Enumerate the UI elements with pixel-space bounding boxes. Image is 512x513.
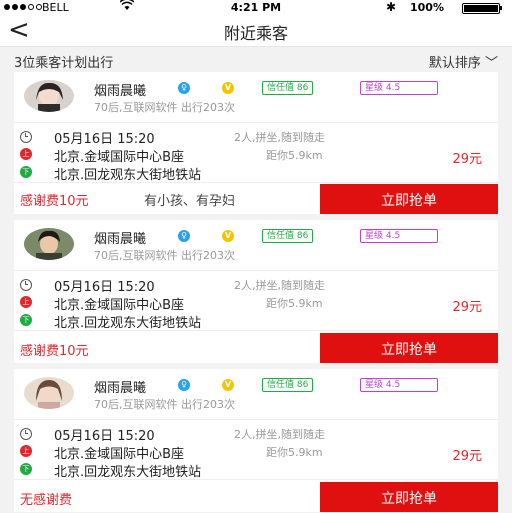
divider xyxy=(14,270,498,271)
bluetooth-icon: ✱ xyxy=(386,0,397,14)
distance: 距你5.9km xyxy=(266,149,323,162)
divider xyxy=(14,419,498,420)
grab-order-button[interactable]: 立即抢单 xyxy=(320,184,498,214)
sort-dropdown[interactable]: 默认排序 ﹀ xyxy=(429,52,498,71)
dropoff-marker-icon: 下 xyxy=(20,166,32,178)
dropoff-address: 北京.回龙观东大街地铁站 xyxy=(54,168,202,183)
seat-info: 2人,拼坐,随到随走 xyxy=(234,131,325,144)
divider xyxy=(14,330,498,331)
departure-time: 05月16日 15:20 xyxy=(54,132,155,147)
thanks-fee: 无感谢费 xyxy=(20,493,73,508)
pickup-address: 北京.金域国际中心B座 xyxy=(54,298,185,313)
fare-price: 29元 xyxy=(452,449,482,464)
passenger-meta: 70后,互联网软件 出行203次 xyxy=(94,101,235,114)
sort-label: 默认排序 xyxy=(428,56,481,71)
clock-icon xyxy=(20,131,32,143)
passenger-card[interactable]: 烟雨晨曦 ♀ V 信任值 86 星级 4.5 70后,互联网软件 出行203次 … xyxy=(14,369,498,512)
battery-percentage: 100% xyxy=(410,1,444,14)
passenger-name: 烟雨晨曦 xyxy=(94,232,147,247)
dropoff-marker-icon: 下 xyxy=(20,463,32,475)
thanks-fee: 感谢费10元 xyxy=(20,194,89,209)
chevron-down-icon: ﹀ xyxy=(480,56,498,71)
star-rating-badge: 星级 4.5 xyxy=(360,378,438,392)
passenger-name: 烟雨晨曦 xyxy=(94,84,147,99)
fare-price: 29元 xyxy=(452,152,482,167)
avatar[interactable] xyxy=(24,80,74,112)
trust-badge: 信任值 86 xyxy=(262,229,314,243)
avatar[interactable] xyxy=(24,228,74,260)
list-header: 3位乘客计划出行 默认排序 ﹀ xyxy=(0,46,512,73)
pickup-address: 北京.金域国际中心B座 xyxy=(54,150,185,165)
star-rating-badge: 星级 4.5 xyxy=(360,81,438,95)
female-icon: ♀ xyxy=(178,230,190,242)
divider xyxy=(14,122,498,123)
passenger-meta: 70后,互联网软件 出行203次 xyxy=(94,398,235,411)
passenger-count: 3位乘客计划出行 xyxy=(14,56,114,71)
clock-icon xyxy=(20,428,32,440)
battery-tip xyxy=(500,6,502,10)
avatar[interactable] xyxy=(24,377,74,409)
pickup-marker-icon: 上 xyxy=(20,445,32,457)
vip-icon: V xyxy=(222,379,234,391)
passenger-card[interactable]: 烟雨晨曦 ♀ V 信任值 86 星级 4.5 70后,互联网软件 出行203次 … xyxy=(14,72,498,214)
battery-icon xyxy=(462,3,500,14)
trust-badge: 信任值 86 xyxy=(262,378,314,392)
female-icon: ♀ xyxy=(178,82,190,94)
vip-icon: V xyxy=(222,230,234,242)
passenger-meta: 70后,互联网软件 出行203次 xyxy=(94,249,235,262)
departure-time: 05月16日 15:20 xyxy=(54,280,155,295)
grab-order-button[interactable]: 立即抢单 xyxy=(320,333,498,363)
dropoff-address: 北京.回龙观东大街地铁站 xyxy=(54,316,202,331)
seat-info: 2人,拼坐,随到随走 xyxy=(234,279,325,292)
seat-info: 2人,拼坐,随到随走 xyxy=(234,428,325,441)
thanks-fee: 感谢费10元 xyxy=(20,344,89,359)
divider xyxy=(14,479,498,480)
fare-price: 29元 xyxy=(452,300,482,315)
dropoff-marker-icon: 下 xyxy=(20,314,32,326)
divider xyxy=(14,182,498,183)
navigation-bar: < 附近乘客 xyxy=(0,16,512,46)
female-icon: ♀ xyxy=(178,379,190,391)
distance: 距你5.9km xyxy=(266,446,323,459)
status-bar: BELL 4:21 PM ✱ 100% xyxy=(0,0,512,16)
grab-order-button[interactable]: 立即抢单 xyxy=(320,482,498,512)
star-rating-badge: 星级 4.5 xyxy=(360,229,438,243)
departure-time: 05月16日 15:20 xyxy=(54,429,155,444)
vip-icon: V xyxy=(222,82,234,94)
dropoff-address: 北京.回龙观东大街地铁站 xyxy=(54,465,202,480)
passenger-name: 烟雨晨曦 xyxy=(94,381,147,396)
pickup-marker-icon: 上 xyxy=(20,296,32,308)
pickup-marker-icon: 上 xyxy=(20,148,32,160)
passenger-note: 有小孩、有孕妇 xyxy=(144,194,236,209)
passenger-card[interactable]: 烟雨晨曦 ♀ V 信任值 86 星级 4.5 70后,互联网软件 出行203次 … xyxy=(14,220,498,363)
trust-badge: 信任值 86 xyxy=(262,81,314,95)
clock-icon xyxy=(20,279,32,291)
pickup-address: 北京.金域国际中心B座 xyxy=(54,447,185,462)
distance: 距你5.9km xyxy=(266,297,323,310)
page-title: 附近乘客 xyxy=(223,24,288,43)
